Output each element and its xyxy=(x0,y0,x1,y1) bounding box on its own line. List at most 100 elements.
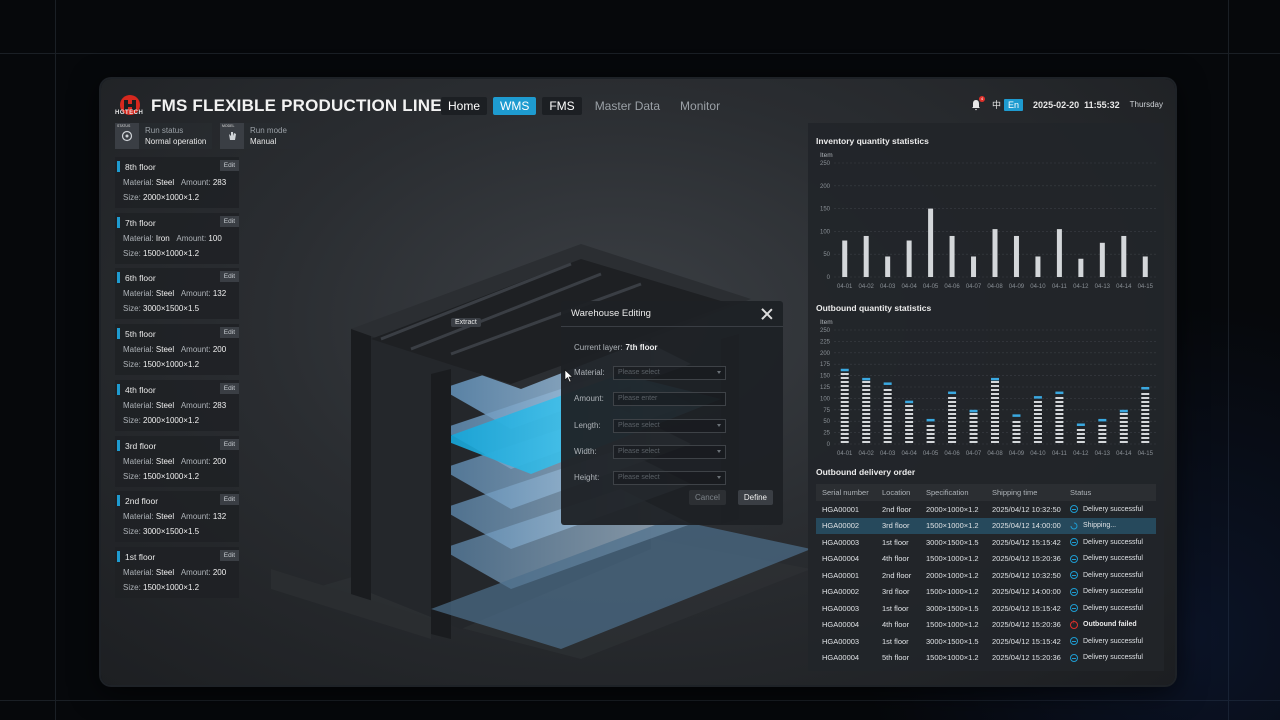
floor-name: 2nd floor xyxy=(125,496,159,507)
floor-name: 1st floor xyxy=(125,551,156,562)
extract-label[interactable]: Extract xyxy=(451,318,481,327)
inventory-chart-title: Inventory quantity statistics xyxy=(816,136,929,146)
x-tick-label: 04-09 xyxy=(1009,451,1025,457)
y-tick-label: 25 xyxy=(823,431,830,437)
col-location[interactable]: Location xyxy=(874,488,920,497)
chart-bar xyxy=(1012,414,1021,443)
floor-name: 5th floor xyxy=(125,329,156,340)
define-button[interactable]: Define xyxy=(737,490,773,505)
cell-location: 4th floor xyxy=(882,554,910,564)
chart-bar xyxy=(1076,423,1085,443)
y-tick-label: 50 xyxy=(823,252,830,258)
floor-name: 6th floor xyxy=(125,273,156,284)
cancel-button[interactable]: Cancel xyxy=(688,490,726,505)
nav-monitor[interactable]: Monitor xyxy=(673,97,727,115)
lang-en[interactable]: En xyxy=(1004,98,1024,111)
form-row: Material: Please select xyxy=(574,366,774,380)
edit-button[interactable]: Edit xyxy=(219,438,239,450)
col-serial[interactable]: Serial number xyxy=(816,488,874,497)
close-icon[interactable] xyxy=(761,308,773,320)
y-tick-label: 125 xyxy=(820,385,831,391)
table-row[interactable]: HGA00003 1st floor 3000×1500×1.5 2025/04/12… xyxy=(816,633,1156,650)
chart-bar xyxy=(928,208,934,277)
floor-indicator xyxy=(117,383,120,395)
y-tick-label: 100 xyxy=(820,229,831,235)
floor-size: Size: 2000×1000×1.2 xyxy=(123,193,200,202)
table-row[interactable]: HGA00003 1st floor 3000×1500×1.5 2025/04/12… xyxy=(816,534,1156,551)
main-nav: Home WMS FMS Master Data Monitor xyxy=(441,97,733,115)
cell-shipping-time: 2025/04/12 15:15:42 xyxy=(992,636,1061,646)
chevron-down-icon xyxy=(717,449,721,453)
edit-button[interactable]: Edit xyxy=(219,327,239,339)
cell-shipping-time: 2025/04/12 15:20:36 xyxy=(992,653,1061,663)
chart-bar xyxy=(1099,242,1105,277)
field-label: Length: xyxy=(574,420,601,430)
y-tick-label: 50 xyxy=(823,419,830,425)
col-status[interactable]: Status xyxy=(1066,488,1156,497)
y-tick-label: 250 xyxy=(820,161,831,167)
edit-button[interactable]: Edit xyxy=(219,494,239,506)
floor-name: 7th floor xyxy=(125,217,156,228)
status-text: Outbound failed xyxy=(1083,621,1137,629)
chart-bar xyxy=(992,229,998,277)
table-row[interactable]: HGA00002 3rd floor 1500×1000×1.2 2025/04/12… xyxy=(816,584,1156,601)
edit-button[interactable]: Edit xyxy=(219,382,239,394)
nav-home[interactable]: Home xyxy=(441,97,488,115)
select-field[interactable]: Please select xyxy=(613,418,726,433)
edit-button[interactable]: Edit xyxy=(219,271,239,283)
table-row[interactable]: HGA00003 1st floor 3000×1500×1.5 2025/04/12… xyxy=(816,600,1156,617)
col-shipping-time[interactable]: Shipping time xyxy=(988,488,1066,497)
floor-indicator xyxy=(117,216,120,228)
cell-shipping-time: 2025/04/12 15:15:42 xyxy=(992,603,1061,613)
x-tick-label: 04-07 xyxy=(966,451,982,457)
input-field[interactable]: Please enter xyxy=(613,392,726,407)
bell-icon[interactable]: 4 xyxy=(970,95,986,111)
cell-shipping-time: 2025/04/12 14:00:00 xyxy=(992,587,1061,597)
nav-wms[interactable]: WMS xyxy=(493,97,537,115)
table-row[interactable]: HGA00004 4th floor 1500×1000×1.2 2025/04/12… xyxy=(816,551,1156,568)
check-circle-icon xyxy=(1070,505,1078,514)
status-text: Delivery successful xyxy=(1083,538,1143,546)
statistics-panel: Inventory quantity statistics Item 0 50 100… xyxy=(808,123,1164,671)
edit-button[interactable]: Edit xyxy=(219,160,239,171)
select-field[interactable]: Please select xyxy=(613,471,726,486)
y-axis-unit: Item xyxy=(820,152,833,159)
cell-specification: 1500×1000×1.2 xyxy=(926,521,979,531)
table-row[interactable]: HGA00001 2nd floor 2000×1000×1.2 2025/04/12… xyxy=(816,567,1156,584)
x-tick-label: 04-03 xyxy=(880,284,896,290)
cell-specification: 1500×1000×1.2 xyxy=(926,587,979,597)
table-row[interactable]: HGA00001 2nd floor 2000×1000×1.2 2025/04/12… xyxy=(816,501,1156,518)
chevron-down-icon xyxy=(717,371,721,374)
lang-zh[interactable]: 中 xyxy=(992,98,1001,111)
cell-specification: 1500×1000×1.2 xyxy=(926,653,979,663)
y-tick-label: 200 xyxy=(820,351,831,357)
floor-size: Size: 3000×1500×1.5 xyxy=(123,527,200,537)
floor-size: Size: 2000×1000×1.2 xyxy=(123,415,200,425)
cell-location: 1st floor xyxy=(882,636,909,646)
col-specification[interactable]: Specification xyxy=(920,488,988,497)
orders-table: Serial number Location Specification Shi… xyxy=(816,484,1156,666)
y-tick-label: 250 xyxy=(820,328,831,334)
floor-size: Size: 1500×1000×1.2 xyxy=(123,360,200,370)
select-field[interactable]: Please select xyxy=(613,366,726,380)
edit-button[interactable]: Edit xyxy=(219,215,239,227)
outbound-chart-title: Outbound quantity statistics xyxy=(816,303,932,313)
nav-master-data[interactable]: Master Data xyxy=(588,97,667,115)
x-tick-label: 04-02 xyxy=(859,451,875,457)
cell-specification: 3000×1500×1.5 xyxy=(926,636,979,646)
chart-bar xyxy=(883,382,892,443)
table-row[interactable]: HGA00002 3rd floor 1500×1000×1.2 2025/04/12… xyxy=(816,517,1156,534)
floor-card: 1st floor Edit Material: Steel Amount: 200… xyxy=(115,546,239,598)
x-tick-label: 04-15 xyxy=(1138,451,1154,457)
nav-fms[interactable]: FMS xyxy=(542,97,582,115)
floor-name: 8th floor xyxy=(125,162,156,172)
modal-title: Warehouse Editing xyxy=(571,308,651,319)
cell-location: 2nd floor xyxy=(882,570,912,580)
select-field[interactable]: Please select xyxy=(613,444,726,459)
check-circle-icon xyxy=(1070,538,1078,547)
status-text: Delivery successful xyxy=(1083,637,1143,645)
table-row[interactable]: HGA00004 4th floor 1500×1000×1.2 2025/04/12… xyxy=(816,617,1156,634)
edit-button[interactable]: Edit xyxy=(219,549,239,561)
table-row[interactable]: HGA00004 5th floor 1500×1000×1.2 2025/04/12… xyxy=(816,650,1156,667)
chart-bar xyxy=(1142,256,1148,277)
